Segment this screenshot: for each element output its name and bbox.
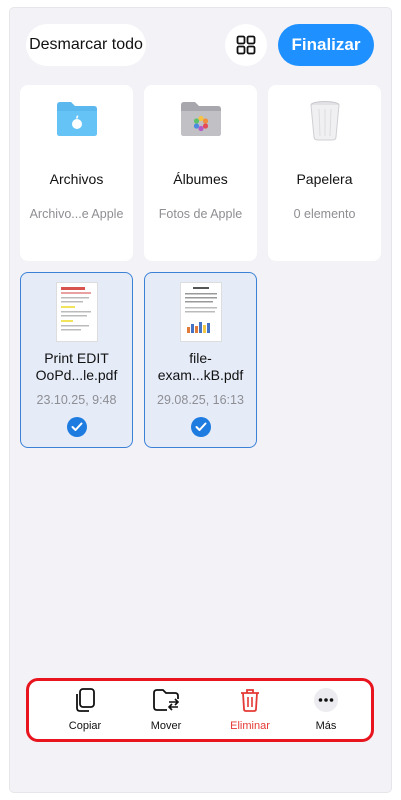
deselect-all-button[interactable]: Desmarcar todo bbox=[26, 24, 146, 66]
document-preview-icon bbox=[60, 287, 91, 331]
file-date: 29.08.25, 16:13 bbox=[157, 393, 244, 407]
location-subtitle: 0 elemento bbox=[293, 207, 356, 221]
folder-icon bbox=[56, 102, 97, 136]
location-name: Archivos bbox=[49, 171, 104, 187]
photos-folder-icon bbox=[180, 102, 221, 136]
finish-button[interactable]: Finalizar bbox=[278, 24, 374, 66]
delete-button[interactable]: Eliminar bbox=[215, 687, 285, 732]
location-subtitle: Archivo...e Apple bbox=[29, 207, 124, 221]
document-preview-icon bbox=[184, 287, 217, 333]
finish-label: Finalizar bbox=[291, 35, 361, 54]
trash-can-icon bbox=[310, 101, 339, 141]
selected-checkmark-icon[interactable] bbox=[66, 417, 87, 437]
file-card[interactable]: file-exam...kB.pdf 29.08.25, 16:13 bbox=[144, 272, 257, 448]
move-folder-icon bbox=[153, 689, 180, 711]
more-button[interactable]: Más bbox=[291, 687, 361, 732]
location-card-papelera[interactable]: Papelera 0 elemento bbox=[268, 85, 381, 261]
location-name: Papelera bbox=[296, 171, 353, 187]
location-card-albumes[interactable]: Álbumes Fotos de Apple bbox=[144, 85, 257, 261]
move-button[interactable]: Mover bbox=[131, 687, 201, 732]
deselect-all-label: Desmarcar todo bbox=[29, 36, 143, 53]
pdf-thumbnail bbox=[56, 283, 97, 341]
bottom-action-toolbar: Copiar Mover Eliminar Más bbox=[26, 678, 374, 742]
file-name: Print EDIT OoPd...le.pdf bbox=[35, 350, 118, 383]
more-label: Más bbox=[315, 720, 337, 732]
grid-view-button[interactable] bbox=[225, 24, 267, 66]
pdf-thumbnail bbox=[180, 283, 221, 341]
location-name: Álbumes bbox=[173, 171, 228, 187]
file-name: file-exam...kB.pdf bbox=[157, 350, 244, 383]
app-window: Desmarcar todo Finalizar Archivos Archiv… bbox=[10, 8, 391, 792]
trash-icon bbox=[241, 689, 259, 712]
file-date: 23.10.25, 9:48 bbox=[36, 393, 117, 407]
copy-button[interactable]: Copiar bbox=[50, 687, 120, 732]
file-card[interactable]: Print EDIT OoPd...le.pdf 23.10.25, 9:48 bbox=[20, 272, 133, 448]
location-subtitle: Fotos de Apple bbox=[158, 207, 243, 221]
grid-icon bbox=[236, 35, 256, 55]
move-label: Mover bbox=[150, 720, 182, 732]
copy-icon bbox=[76, 688, 95, 712]
selected-checkmark-icon[interactable] bbox=[190, 417, 211, 437]
copy-label: Copiar bbox=[68, 720, 102, 732]
location-card-archivos[interactable]: Archivos Archivo...e Apple bbox=[20, 85, 133, 261]
more-ellipsis-icon bbox=[314, 688, 338, 712]
delete-label: Eliminar bbox=[230, 720, 270, 732]
